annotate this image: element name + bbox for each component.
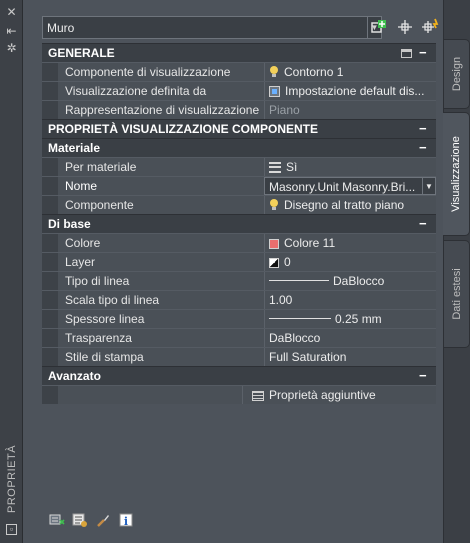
property-row[interactable]: Colore Colore 11	[42, 233, 436, 252]
property-label: Colore	[65, 236, 101, 250]
autohide-icon[interactable]: ⇤	[5, 25, 18, 38]
property-row[interactable]: Per materiale Sì	[42, 157, 436, 176]
select-similar-icon[interactable]	[49, 512, 65, 528]
table-icon	[252, 391, 264, 401]
property-row[interactable]: Trasparenza DaBlocco	[42, 328, 436, 347]
property-value[interactable]: Contorno 1	[264, 63, 436, 81]
property-value[interactable]: Full Saturation	[264, 348, 436, 366]
property-label: Per materiale	[65, 160, 137, 174]
layer-swatch-icon	[269, 258, 279, 268]
quick-select-icon[interactable]	[369, 17, 389, 37]
pickadd-icon[interactable]	[420, 17, 440, 37]
property-label: Spessore linea	[65, 312, 145, 326]
property-label: Stile di stampa	[65, 350, 144, 364]
property-label: Layer	[65, 255, 96, 269]
section-title: Di base	[48, 217, 91, 231]
display-config-icon	[269, 86, 280, 97]
property-value[interactable]: DaBlocco	[264, 329, 436, 347]
color-swatch-icon	[269, 239, 279, 249]
tab-dati-estesi[interactable]: Dati estesi	[444, 240, 470, 348]
property-value[interactable]: Impostazione default dis...	[264, 82, 436, 100]
lightbulb-icon	[269, 66, 279, 78]
properties-sheet-icon[interactable]	[72, 512, 88, 528]
chevron-down-icon[interactable]: ▼	[422, 178, 435, 194]
property-row[interactable]: Scala tipo di linea 1.00	[42, 290, 436, 309]
lightbulb-icon	[269, 199, 279, 211]
property-label: Scala tipo di linea	[65, 293, 160, 307]
object-type-select[interactable]: Muro ▼	[42, 16, 382, 39]
section-avanzato[interactable]: Avanzato −	[42, 366, 436, 385]
match-properties-brush-icon[interactable]	[95, 512, 111, 528]
palette-title-label: PROPRIETÀ	[6, 444, 18, 513]
property-value[interactable]: 0	[264, 253, 436, 271]
collapse-icon[interactable]: −	[419, 44, 429, 61]
close-icon[interactable]: ✕	[5, 6, 18, 19]
property-label: Rappresentazione di visualizzazione	[65, 103, 260, 117]
property-label: Componente	[65, 198, 134, 212]
section-generale[interactable]: GENERALE −	[42, 43, 436, 62]
select-objects-icon[interactable]	[395, 17, 415, 37]
palette-strip: ✕ ⇤ ✲ PROPRIETÀ ▫	[0, 0, 23, 543]
property-row[interactable]: Stile di stampa Full Saturation	[42, 347, 436, 366]
tab-visualizzazione[interactable]: Visualizzazione	[443, 112, 470, 236]
settings-icon[interactable]: ✲	[5, 42, 18, 55]
property-row[interactable]: Componente di visualizzazione Contorno 1	[42, 62, 436, 81]
section-title: GENERALE	[48, 46, 115, 60]
collapse-icon[interactable]: −	[419, 120, 429, 137]
property-row[interactable]: Proprietà aggiuntive	[42, 385, 436, 404]
palette-menu-icon[interactable]: ▫	[6, 524, 17, 535]
material-name-select[interactable]: Masonry.Unit Masonry.Bri... ▼	[264, 177, 436, 195]
section-title: Avanzato	[48, 369, 101, 383]
property-value[interactable]: Disegno al tratto piano	[264, 196, 436, 214]
property-value[interactable]: DaBlocco	[264, 272, 436, 290]
property-label: Componente di visualizzazione	[65, 65, 231, 79]
svg-text:i: i	[124, 515, 128, 528]
collapse-icon[interactable]: −	[419, 367, 429, 384]
property-value[interactable]: 0.25 mm	[264, 310, 436, 328]
tab-label: Dati estesi	[450, 268, 463, 320]
palette-title: PROPRIETÀ	[2, 444, 20, 515]
property-value[interactable]: Colore 11	[264, 234, 436, 252]
property-row[interactable]: Nome Masonry.Unit Masonry.Bri... ▼	[42, 176, 436, 195]
property-label: Trasparenza	[65, 331, 132, 345]
property-row[interactable]: Tipo di linea DaBlocco	[42, 271, 436, 290]
object-type-value: Muro	[47, 21, 75, 35]
table-menu-icon[interactable]	[401, 49, 412, 58]
property-row[interactable]: Layer 0	[42, 252, 436, 271]
collapse-icon[interactable]: −	[419, 139, 429, 156]
property-row[interactable]: Rappresentazione di visualizzazione Pian…	[42, 100, 436, 119]
tab-design[interactable]: Design	[444, 39, 470, 109]
property-row[interactable]: Visualizzazione definita da Impostazione…	[42, 81, 436, 100]
section-di-base[interactable]: Di base −	[42, 214, 436, 233]
lineweight-sample-icon	[269, 318, 331, 319]
property-label: Visualizzazione definita da	[65, 84, 207, 98]
property-label: Tipo di linea	[65, 274, 130, 288]
property-value[interactable]: Sì	[264, 158, 436, 176]
section-materiale[interactable]: Materiale −	[42, 138, 436, 157]
property-label: Nome	[65, 179, 98, 193]
material-stack-icon	[269, 162, 281, 173]
collapse-icon[interactable]: −	[419, 215, 429, 232]
properties-panel: Muro ▼ GENERALE − Componente di visualiz…	[23, 0, 444, 543]
section-title: PROPRIETÀ VISUALIZZAZIONE COMPONENTE	[48, 122, 319, 136]
info-icon[interactable]: i	[118, 512, 134, 528]
property-row[interactable]: Componente Disegno al tratto piano	[42, 195, 436, 214]
property-row[interactable]: Spessore linea 0.25 mm	[42, 309, 436, 328]
section-title: Materiale	[48, 141, 101, 155]
property-value[interactable]: 1.00	[264, 291, 436, 309]
property-value: Piano	[264, 101, 436, 119]
tab-label: Design	[450, 56, 463, 92]
property-grid: GENERALE − Componente di visualizzazione…	[42, 43, 436, 404]
linetype-sample-icon	[269, 280, 329, 281]
additional-properties-button[interactable]: Proprietà aggiuntive	[242, 386, 436, 404]
tab-strip: Design Visualizzazione Dati estesi	[443, 0, 470, 543]
tab-label: Visualizzazione	[450, 136, 462, 212]
section-proprieta-visualizzazione[interactable]: PROPRIETÀ VISUALIZZAZIONE COMPONENTE −	[42, 119, 436, 138]
